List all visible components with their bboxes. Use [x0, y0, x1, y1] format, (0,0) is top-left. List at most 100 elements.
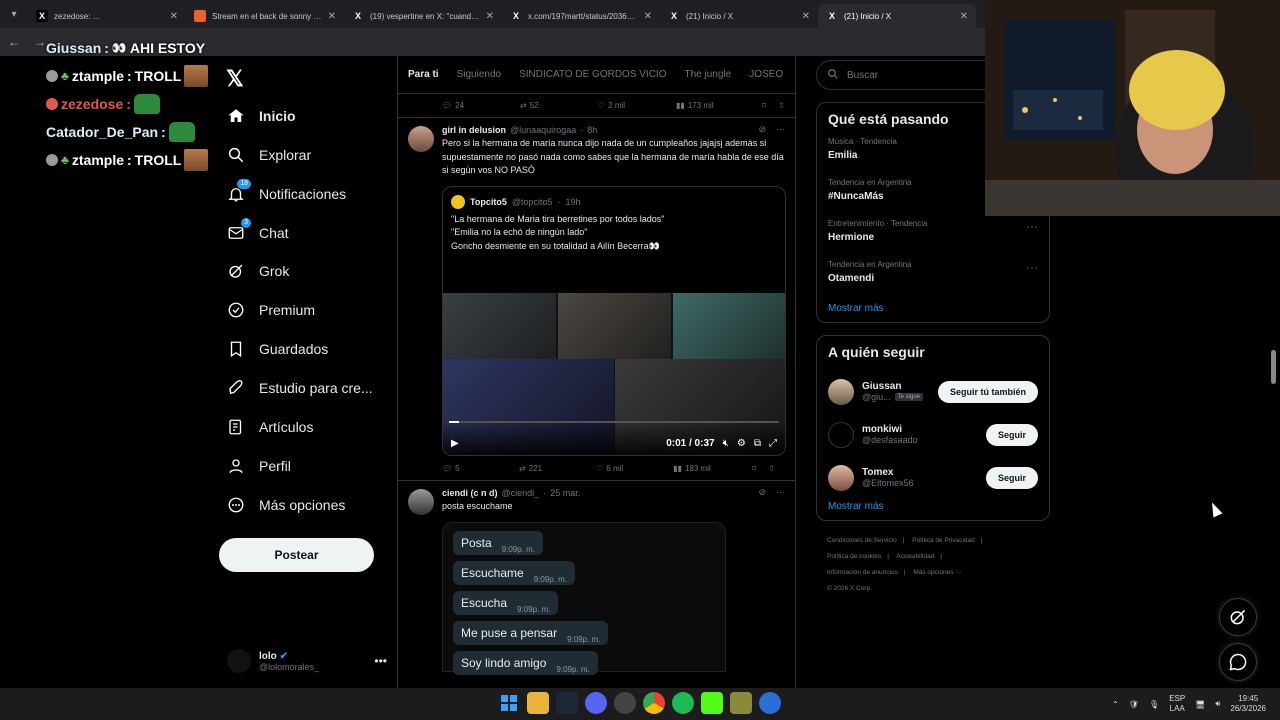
- pip-icon[interactable]: ⧉: [754, 438, 761, 449]
- bookmark-icon[interactable]: ⌑: [762, 101, 766, 110]
- follow-back-button[interactable]: Seguir tú también: [937, 380, 1038, 403]
- file-explorer-icon[interactable]: [527, 692, 549, 714]
- follow-suggestion[interactable]: Giussan @giu... Te sigue Seguir tú tambié…: [828, 370, 1038, 413]
- browser-tab-active[interactable]: X (21) Inicio / X ✕: [818, 4, 976, 28]
- author-handle[interactable]: @lunaaquirogaa: [510, 125, 576, 135]
- tweet-image-chat-screenshot[interactable]: Posta 9:09p. m. Escuchame 9:09p. m. Escuch…: [442, 521, 726, 675]
- show-more-trends-link[interactable]: Mostrar más: [828, 303, 1038, 314]
- windows-start-icon[interactable]: [498, 692, 520, 714]
- nav-item-creator-studio[interactable]: Estudio para cre...: [227, 376, 373, 400]
- account-switcher[interactable]: lolo ✔ @lolomorales_ •••: [227, 646, 387, 676]
- grok-icon[interactable]: ⊘: [758, 487, 766, 498]
- share-icon[interactable]: ⇧: [778, 101, 785, 110]
- bookmark-icon[interactable]: ⌑: [752, 464, 756, 473]
- browser-tab[interactable]: X x.com/197martt/status/20366 1 ✕: [502, 4, 660, 28]
- author-name[interactable]: ciendi (c n d): [442, 488, 498, 498]
- more-dots-icon[interactable]: •••: [374, 654, 387, 668]
- views-button[interactable]: ▮▮ 173 mil: [676, 101, 756, 110]
- nav-item-grok[interactable]: Grok: [227, 259, 289, 283]
- back-icon[interactable]: ←: [8, 35, 20, 49]
- spotify-icon[interactable]: [672, 692, 694, 714]
- footer-link[interactable]: Información de anuncios: [827, 569, 898, 576]
- tweet[interactable]: girl in delusion @lunaaquirogaa · 8h ⊘ ··…: [398, 118, 795, 481]
- settings-icon[interactable]: ⚙: [737, 438, 746, 449]
- more-dots-icon[interactable]: ···: [776, 487, 785, 498]
- quoted-tweet[interactable]: Topcito5 @topcito5 · 19h "La hermana de …: [442, 185, 786, 456]
- reply-button[interactable]: 💬︎ 5: [442, 464, 519, 473]
- close-tab-icon[interactable]: ✕: [802, 11, 810, 22]
- more-dots-icon[interactable]: ···: [1026, 219, 1038, 233]
- app-icon[interactable]: [730, 692, 752, 714]
- follow-suggestion[interactable]: monkiwi @desfasaado Seguir: [828, 413, 1038, 456]
- like-button[interactable]: ♡ 2 mil: [598, 101, 676, 110]
- shield-icon[interactable]: 🛡︎: [1129, 700, 1139, 709]
- footer-link[interactable]: Política de cookies: [827, 553, 881, 560]
- tab-list-button[interactable]: ▾: [0, 0, 28, 28]
- x-logo-icon[interactable]: 𝕏: [226, 66, 244, 92]
- volume-icon[interactable]: 🔇︎: [723, 438, 729, 449]
- like-button[interactable]: ♡ 6 mil: [596, 464, 673, 473]
- footer-link[interactable]: Política de Privacidad: [912, 537, 975, 544]
- steam-icon[interactable]: [556, 692, 578, 714]
- tweet-time[interactable]: 25 mar.: [550, 488, 580, 498]
- nav-item-home[interactable]: Inicio: [227, 104, 296, 128]
- kick-icon[interactable]: [701, 692, 723, 714]
- follow-button[interactable]: Seguir: [985, 466, 1038, 489]
- browser-tab[interactable]: X zezedose: ... ✕: [28, 4, 186, 28]
- show-more-follow-link[interactable]: Mostrar más: [828, 501, 1038, 512]
- video-player[interactable]: ▶ 0:01 / 0:37 🔇︎ ⚙ ⧉ ⤢: [443, 293, 785, 455]
- play-icon[interactable]: ▶: [451, 438, 459, 449]
- author-handle[interactable]: @ciendi_: [502, 488, 540, 498]
- tweet-time[interactable]: 8h: [587, 125, 597, 135]
- mic-icon[interactable]: 🎙︎: [1149, 700, 1159, 709]
- share-icon[interactable]: ⇧: [768, 464, 775, 473]
- avatar[interactable]: [408, 126, 434, 152]
- close-tab-icon[interactable]: ✕: [328, 11, 336, 22]
- nav-item-bookmarks[interactable]: Guardados: [227, 337, 328, 361]
- discord-icon[interactable]: [585, 692, 607, 714]
- nav-item-chat[interactable]: 3 Chat: [227, 218, 289, 245]
- views-button[interactable]: ▮▮ 183 mil: [673, 464, 752, 473]
- follow-suggestion[interactable]: Tomex @Eltomex56 Seguir: [828, 456, 1038, 499]
- grok-icon[interactable]: ⊘: [758, 124, 766, 135]
- footer-link[interactable]: Condiciones de Servicio: [827, 537, 897, 544]
- chrome-icon[interactable]: [643, 692, 665, 714]
- app-icon[interactable]: [759, 692, 781, 714]
- trend-item[interactable]: Tendencia en Argentina Otamendi ···: [828, 260, 1038, 301]
- clock[interactable]: 19:45 26/3/2026: [1230, 694, 1266, 714]
- trend-item[interactable]: Entretenimiento · Tendencia Hermione ···: [828, 219, 1038, 260]
- close-tab-icon[interactable]: ✕: [486, 11, 494, 22]
- avatar[interactable]: [828, 464, 854, 491]
- tweet[interactable]: ciendi (c n d) @ciendi_ · 25 mar. ⊘ ··· p…: [398, 481, 795, 675]
- nav-item-premium[interactable]: Premium: [227, 298, 315, 322]
- footer-link[interactable]: Accesibilidad: [896, 553, 934, 560]
- volume-icon[interactable]: 🔊︎: [1215, 699, 1220, 709]
- language-indicator[interactable]: ESP LAA: [1169, 694, 1185, 714]
- fullscreen-icon[interactable]: ⤢: [769, 438, 777, 449]
- avatar[interactable]: [828, 378, 854, 405]
- tab-list[interactable]: JOSEO: [749, 69, 783, 80]
- nav-item-explore[interactable]: Explorar: [227, 143, 311, 167]
- reply-button[interactable]: 💬︎ 24: [442, 101, 520, 110]
- repost-button[interactable]: ⇄ 52: [520, 101, 598, 110]
- more-dots-icon[interactable]: ···: [776, 124, 785, 135]
- nav-item-notifications[interactable]: 18 Notificaciones: [227, 179, 346, 206]
- network-icon[interactable]: 🖥︎: [1195, 700, 1205, 709]
- browser-tab[interactable]: X (19) vespertine en X: "cuando e ✕: [344, 4, 502, 28]
- repost-button[interactable]: ⇄ 221: [519, 464, 596, 473]
- tab-for-you[interactable]: Para ti: [408, 69, 439, 80]
- follow-button[interactable]: Seguir: [985, 423, 1038, 446]
- nav-item-more[interactable]: Más opciones: [227, 493, 345, 517]
- close-tab-icon[interactable]: ✕: [960, 11, 968, 22]
- tray-expand-icon[interactable]: ⌃: [1112, 700, 1119, 709]
- more-dots-icon[interactable]: ···: [1026, 260, 1038, 274]
- footer-link[interactable]: Más opciones ···: [913, 569, 961, 576]
- grok-floating-button[interactable]: [1219, 598, 1257, 636]
- author-name[interactable]: girl in delusion: [442, 125, 506, 135]
- nav-item-articles[interactable]: Artículos: [227, 415, 313, 439]
- post-button[interactable]: Postear: [219, 538, 374, 572]
- avatar[interactable]: [828, 421, 854, 448]
- page-scrollbar[interactable]: [1271, 350, 1276, 384]
- messages-floating-button[interactable]: [1219, 643, 1257, 681]
- avatar[interactable]: [408, 489, 434, 515]
